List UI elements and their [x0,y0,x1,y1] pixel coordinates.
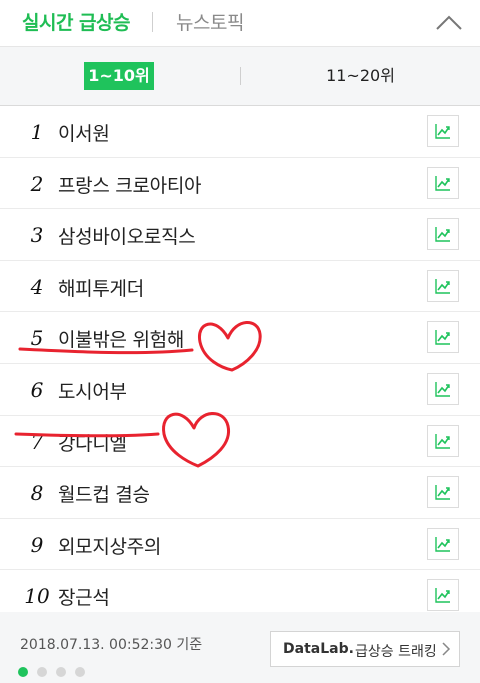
ranking-row[interactable]: 3 삼성바이오로직스 [0,209,480,261]
trend-chart-icon[interactable] [427,269,459,302]
footer: 2018.07.13. 00:52:30 기준 DataLab. 급상승 트래킹 [0,612,480,683]
rank-number: 7 [30,429,44,454]
ranking-row[interactable]: 2 프랑스 크로아티아 [0,158,480,210]
datalab-tracking-button[interactable]: DataLab. 급상승 트래킹 [270,631,460,667]
page-dot[interactable] [37,667,47,677]
ranking-row[interactable]: 6 도시어부 [0,364,480,416]
datalab-brand: DataLab. [283,641,354,657]
tab-news-topic[interactable]: 뉴스토픽 [176,8,244,35]
trend-chart-icon[interactable] [427,218,459,251]
chevron-right-icon [441,640,451,662]
trend-chart-icon[interactable] [427,579,459,612]
rank-range-toggle: 1~10위 11~20위 [0,47,480,106]
ranking-list: 1 이서원 2 프랑스 크로아티아 3 삼성바이오로직스 4 해피투게더 5 이불밖은 위험해 6 도… [0,106,480,622]
ranking-row[interactable]: 4 해피투게더 [0,261,480,313]
rank-number: 3 [30,223,44,248]
tab-realtime-rising[interactable]: 실시간 급상승 [22,8,131,35]
page-dot[interactable] [75,667,85,677]
pagination-dots [18,662,94,677]
keyword-link[interactable]: 장근석 [58,583,110,610]
rank-number: 8 [30,481,44,506]
trend-chart-icon[interactable] [427,424,459,457]
rank-number: 1 [30,120,44,144]
keyword-link[interactable]: 프랑스 크로아티아 [58,171,201,198]
ranking-row[interactable]: 7 강다니엘 [0,416,480,468]
segment-11-20-label: 11~20위 [326,66,395,85]
rank-number: 2 [30,171,44,196]
trend-chart-icon[interactable] [427,166,459,199]
segment-1-10-label: 1~10위 [84,62,154,90]
page-dot[interactable] [18,667,28,677]
rank-number: 9 [30,532,44,557]
keyword-link[interactable]: 해피투게더 [58,274,144,301]
ranking-row[interactable]: 8 월드컵 결승 [0,467,480,519]
top-tab-bar: 실시간 급상승 뉴스토픽 [0,0,480,47]
segment-11-20[interactable]: 11~20위 [241,47,480,105]
rank-number: 4 [30,274,44,299]
trend-chart-icon[interactable] [427,527,459,560]
keyword-link[interactable]: 이서원 [58,119,110,146]
trend-chart-icon[interactable] [427,476,459,509]
keyword-link[interactable]: 월드컵 결승 [58,480,150,507]
keyword-link[interactable]: 외모지상주의 [58,532,161,559]
rank-number: 5 [30,326,44,351]
keyword-link[interactable]: 삼성바이오로직스 [58,222,196,249]
keyword-link[interactable]: 이불밖은 위험해 [58,325,184,352]
ranking-row[interactable]: 1 이서원 [0,106,480,158]
keyword-link[interactable]: 도시어부 [58,377,127,404]
keyword-link[interactable]: 강다니엘 [58,429,127,456]
rank-number: 10 [24,584,50,609]
page-dot[interactable] [56,667,66,677]
datalab-label: 급상승 트래킹 [355,644,437,660]
ranking-row[interactable]: 9 외모지상주의 [0,519,480,571]
chevron-up-icon[interactable] [434,8,464,38]
trend-chart-icon[interactable] [427,372,459,405]
update-timestamp: 2018.07.13. 00:52:30 기준 [20,637,203,653]
trend-chart-icon[interactable] [427,321,459,354]
tab-separator [152,12,153,32]
segment-1-10[interactable]: 1~10위 [0,47,240,105]
rank-number: 6 [30,377,44,402]
ranking-row[interactable]: 5 이불밖은 위험해 [0,312,480,364]
trend-chart-icon[interactable] [427,115,459,147]
